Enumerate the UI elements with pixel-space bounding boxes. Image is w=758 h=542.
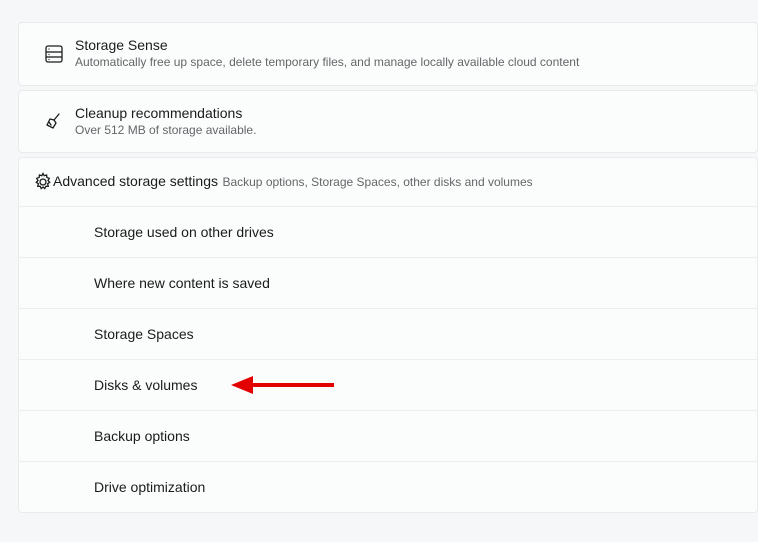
sub-item-label: Storage used on other drives [94, 224, 274, 240]
annotation-arrow-icon [229, 371, 339, 399]
sub-item-where-new-content-saved[interactable]: Where new content is saved [19, 257, 757, 308]
sub-item-drive-optimization[interactable]: Drive optimization [19, 461, 757, 512]
sub-item-label: Where new content is saved [94, 275, 270, 291]
sub-item-storage-used-other-drives[interactable]: Storage used on other drives [19, 207, 757, 257]
broom-icon [33, 111, 75, 131]
advanced-title: Advanced storage settings [53, 173, 218, 189]
sub-item-label: Disks & volumes [94, 377, 197, 393]
cleanup-subtitle: Over 512 MB of storage available. [75, 123, 256, 139]
sub-item-label: Storage Spaces [94, 326, 194, 342]
advanced-storage-header[interactable]: Advanced storage settings Backup options… [19, 158, 757, 206]
disk-icon [33, 44, 75, 64]
storage-sense-subtitle: Automatically free up space, delete temp… [75, 55, 579, 71]
sub-item-disks-volumes[interactable]: Disks & volumes [19, 359, 757, 410]
storage-settings-page: Storage Sense Automatically free up spac… [0, 22, 758, 513]
sub-item-label: Backup options [94, 428, 190, 444]
cleanup-recommendations-card[interactable]: Cleanup recommendations Over 512 MB of s… [18, 90, 758, 154]
storage-sense-card[interactable]: Storage Sense Automatically free up spac… [18, 22, 758, 86]
advanced-subtitle: Backup options, Storage Spaces, other di… [222, 175, 532, 189]
advanced-storage-expander: Advanced storage settings Backup options… [18, 157, 758, 513]
sub-item-backup-options[interactable]: Backup options [19, 410, 757, 461]
gear-icon [33, 172, 53, 192]
cleanup-title: Cleanup recommendations [75, 105, 256, 121]
storage-sense-title: Storage Sense [75, 37, 579, 53]
sub-item-label: Drive optimization [94, 479, 205, 495]
sub-item-storage-spaces[interactable]: Storage Spaces [19, 308, 757, 359]
advanced-sub-list: Storage used on other drives Where new c… [19, 206, 757, 512]
